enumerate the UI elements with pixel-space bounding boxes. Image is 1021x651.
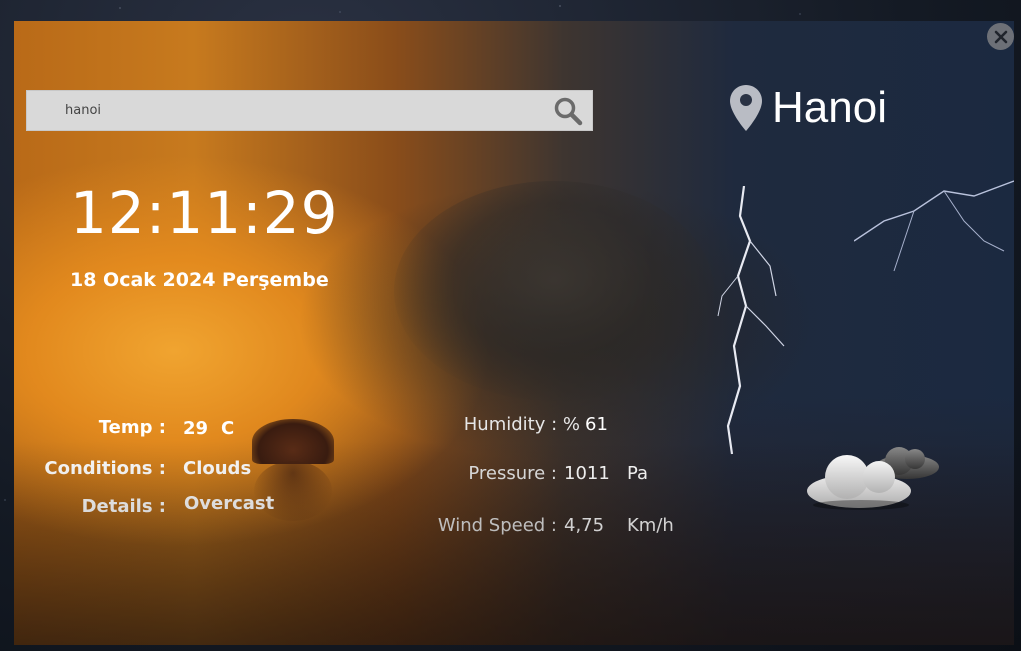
search-button[interactable]: [552, 95, 584, 127]
lightning-branch-graphic: [854, 180, 1014, 272]
details-value: Overcast: [184, 493, 275, 514]
details-label: Details :: [81, 496, 166, 517]
temp-value: 29: [183, 418, 209, 439]
clock-time: 12:11:29: [70, 179, 339, 247]
pressure-label: Pressure :: [468, 463, 557, 484]
conditions-value: Clouds: [183, 458, 252, 479]
pressure-value: 1011: [564, 463, 610, 484]
location-display: Hanoi: [730, 83, 887, 133]
conditions-label: Conditions :: [44, 458, 166, 479]
humidity-label: Humidity : %: [463, 414, 580, 435]
background-island-reflection: [254, 461, 332, 521]
background-storm-cloud: [394, 181, 714, 401]
clouds-icon: [807, 447, 939, 510]
temp-label: Temp :: [98, 417, 166, 438]
wind-speed-unit: Km/h: [627, 515, 674, 536]
pressure-unit: Pa: [627, 463, 649, 484]
close-button[interactable]: [987, 23, 1014, 50]
search-bar: [26, 90, 593, 131]
search-input[interactable]: [65, 91, 545, 130]
search-icon: [554, 97, 583, 126]
wind-speed-value: 4,75: [564, 515, 605, 536]
weather-app-window: Hanoi 12:11:29 18 Ocak 2024 Perşembe Tem…: [14, 21, 1014, 645]
close-icon: [994, 30, 1007, 43]
lightning-bolt-graphic: [717, 186, 785, 455]
map-pin-icon: [730, 85, 762, 131]
wind-speed-label: Wind Speed :: [437, 515, 557, 536]
temp-unit: C: [221, 418, 235, 439]
city-name: Hanoi: [772, 83, 887, 132]
humidity-value: 61: [585, 414, 608, 435]
date-text: 18 Ocak 2024 Perşembe: [70, 269, 329, 291]
background-island: [252, 419, 334, 464]
